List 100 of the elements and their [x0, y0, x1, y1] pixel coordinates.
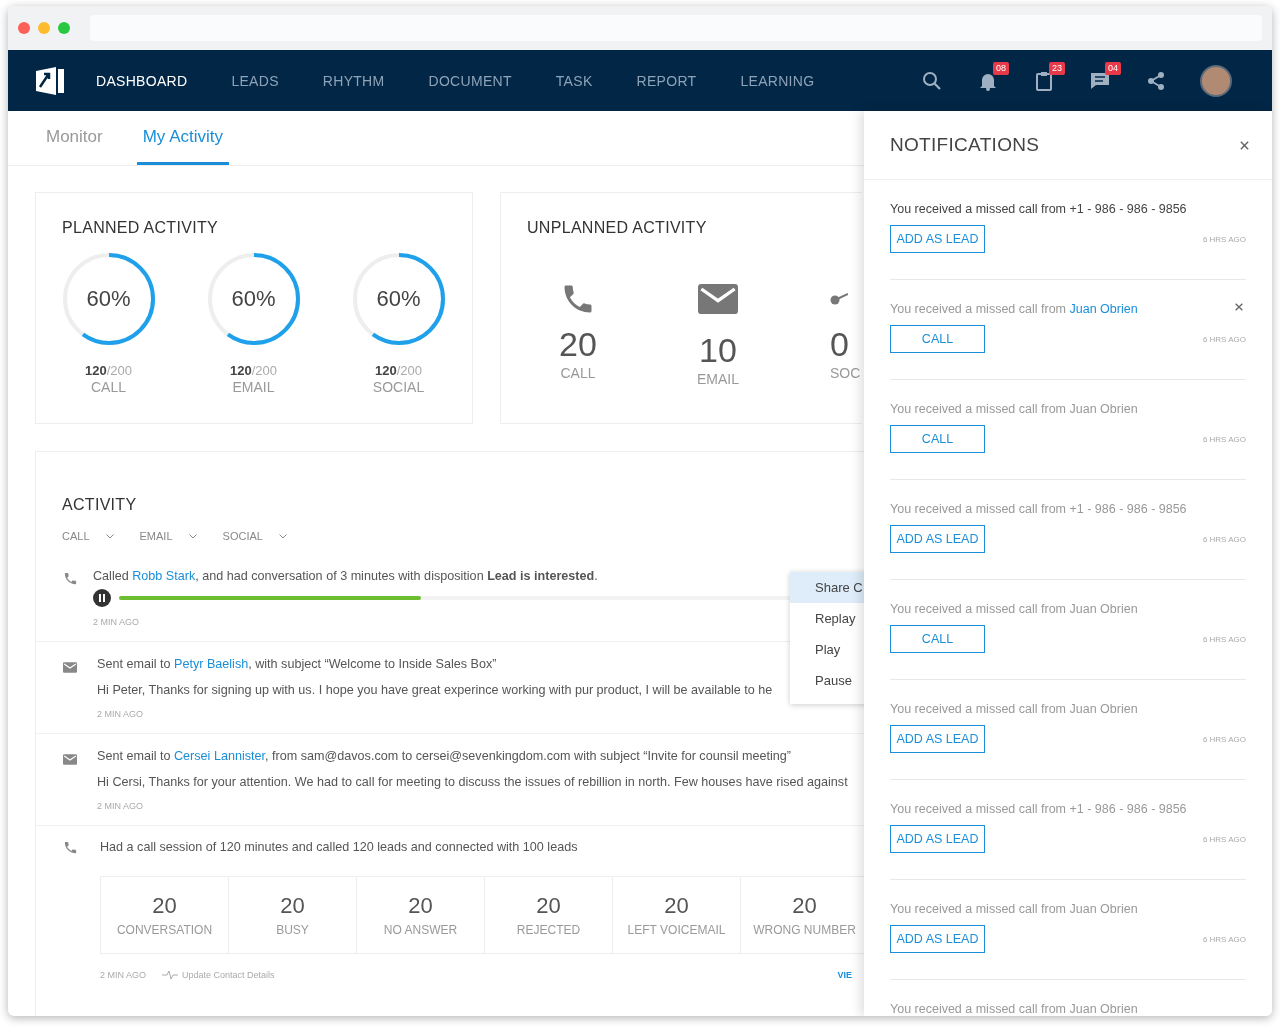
close-icon — [1239, 139, 1250, 151]
share-icon — [1146, 70, 1166, 91]
notification-text: You received a missed call from +1 - 986 - 986 - 9856 — [890, 802, 1187, 816]
notification-text: You received a missed call from Juan Obrien — [890, 402, 1138, 416]
activity-text: Called Robb Stark, and had conversation of 3 minutes with disposition Lead is interested. — [93, 569, 599, 583]
pause-button[interactable] — [93, 589, 111, 607]
playback-track[interactable] — [119, 596, 791, 600]
activity-label: SOCIAL — [372, 379, 425, 395]
activity-time: 2 MIN AGO — [100, 970, 146, 980]
notification-time: 6 HRS AGO — [1202, 834, 1246, 844]
activity-time: 2 MIN AGO — [93, 617, 139, 627]
activity-text: Sent email to Cersei Lannister, from sam@davos.com to cersei@sevenkingdom.com with subject “Invite for counsil meeting” — [97, 749, 793, 763]
stat-label: REJECTED — [516, 923, 581, 937]
contact-link[interactable]: Juan Obrien — [1069, 302, 1138, 316]
stat-label: NO ANSWER — [383, 923, 458, 937]
chevron-down-icon — [188, 533, 197, 539]
stat-label: BUSY — [276, 923, 309, 937]
notification-time: 6 HRS AGO — [1202, 434, 1246, 444]
contact-link[interactable]: Cersei Lannister — [174, 749, 266, 763]
close-icon — [1234, 302, 1244, 312]
nav-link[interactable]: REPORT — [636, 72, 697, 89]
email-body: Hi Peter, Thanks for signing up with us. I hope you have great experince working with pur product, I will be available to he — [97, 683, 774, 697]
notification-action-button[interactable]: ADD AS LEAD — [890, 825, 985, 853]
clipboard-icon[interactable] — [1034, 70, 1054, 91]
notification-badge: 04 — [1105, 61, 1121, 75]
notification-action-button[interactable]: ADD AS LEAD — [890, 225, 985, 253]
nav-link[interactable]: RHYTHM — [322, 72, 385, 89]
activity-text: Had a call session of 120 minutes and called 120 leads and connected with 100 leads — [100, 840, 579, 854]
notification-action-button[interactable]: ADD AS LEAD — [890, 725, 985, 753]
stat-value: 20 — [792, 893, 817, 919]
progress-count: 120/200 — [85, 363, 132, 378]
phone-icon — [63, 571, 78, 586]
activity-count: 0 — [830, 325, 849, 364]
share-icon — [830, 293, 848, 305]
chevron-down-icon — [105, 533, 114, 539]
percent-label: 60% — [86, 286, 131, 312]
view-link[interactable]: VIE — [837, 970, 852, 980]
notification-time: 6 HRS AGO — [1202, 734, 1246, 744]
activity-label: CALL — [91, 379, 126, 395]
panel-title: NOTIFICATIONS — [890, 134, 1040, 156]
notification-badge: 23 — [1049, 61, 1065, 75]
menu-item[interactable]: Share C — [790, 572, 864, 603]
progress-count: 120/200 — [375, 363, 422, 378]
nav-link[interactable]: DASHBOARD — [96, 72, 188, 89]
activity-time: 2 MIN AGO — [97, 709, 143, 719]
nav-link[interactable]: DOCUMENT — [428, 72, 512, 89]
activity-count: 20 — [559, 325, 597, 364]
notification-badge: 08 — [993, 61, 1009, 75]
notification-text: You received a missed call from Juan Obrien — [890, 1002, 1138, 1016]
notification-text: You received a missed call from Juan Obrien — [890, 902, 1138, 916]
notification-time: 6 HRS AGO — [1202, 534, 1246, 544]
notification-time: 6 HRS AGO — [1202, 234, 1246, 244]
card-title: PLANNED ACTIVITY — [61, 218, 219, 237]
email-body: Hi Cersi, Thanks for your attention. We had to call for meeting to discuss the issues of rebillion in north. Few houses have rised against — [97, 775, 849, 789]
envelope-icon — [698, 283, 738, 315]
stat-label: CONVERSATION — [116, 923, 213, 937]
activity-count: 10 — [699, 331, 737, 370]
stat-label: WRONG NUMBER — [753, 923, 856, 937]
phone-icon — [63, 840, 78, 855]
avatar[interactable] — [1200, 64, 1232, 97]
stat-value: 20 — [152, 893, 177, 919]
envelope-icon — [63, 754, 77, 765]
notification-time: 6 HRS AGO — [1202, 334, 1246, 344]
chat-icon[interactable] — [1089, 70, 1111, 91]
notification-action-button[interactable]: ADD AS LEAD — [890, 525, 985, 553]
activity-label: SOC — [830, 365, 861, 381]
filter-dropdown[interactable]: SOCIAL — [222, 530, 287, 542]
pulse-icon — [162, 970, 178, 980]
activity-label: CALL — [560, 365, 596, 381]
close-window-button[interactable] — [18, 22, 30, 34]
nav-link[interactable]: LEADS — [231, 72, 279, 89]
search-icon[interactable] — [922, 70, 942, 91]
menu-item[interactable]: Replay — [790, 603, 864, 634]
notification-time: 6 HRS AGO — [1202, 634, 1246, 644]
stat-value: 20 — [664, 893, 689, 919]
progress-count: 120/200 — [230, 363, 277, 378]
menu-item[interactable]: Play — [790, 634, 864, 665]
menu-item[interactable]: Pause — [790, 665, 864, 696]
stat-value: 20 — [536, 893, 561, 919]
activity-label: EMAIL — [697, 371, 739, 387]
notification-text: You received a missed call from Juan Obrien — [890, 702, 1138, 716]
filter-dropdown[interactable]: CALL — [62, 530, 114, 542]
notification-text: You received a missed call from +1 - 986 - 986 - 9856 — [890, 502, 1187, 516]
notification-text: You received a missed call from +1 - 986 - 986 - 9856 — [890, 202, 1187, 216]
notification-action-button[interactable]: CALL — [890, 625, 985, 653]
activity-label: EMAIL — [232, 379, 275, 395]
chevron-down-icon — [278, 533, 287, 539]
notification-action-button[interactable]: CALL — [890, 325, 985, 353]
percent-label: 60% — [376, 286, 421, 312]
notification-action-button[interactable]: CALL — [890, 425, 985, 453]
update-contact-link[interactable]: Update Contact Details — [182, 970, 275, 980]
pause-icon — [98, 594, 106, 602]
nav-link[interactable]: TASK — [555, 72, 593, 89]
tab[interactable]: Monitor — [40, 111, 109, 165]
notification-text: You received a missed call from Juan Obrien — [890, 602, 1138, 616]
nav-link[interactable]: LEARNING — [740, 72, 815, 89]
tab[interactable]: My Activity — [136, 111, 229, 165]
notification-action-button[interactable]: ADD AS LEAD — [890, 925, 985, 953]
filter-dropdown[interactable]: EMAIL — [139, 530, 197, 542]
percent-label: 60% — [231, 286, 276, 312]
